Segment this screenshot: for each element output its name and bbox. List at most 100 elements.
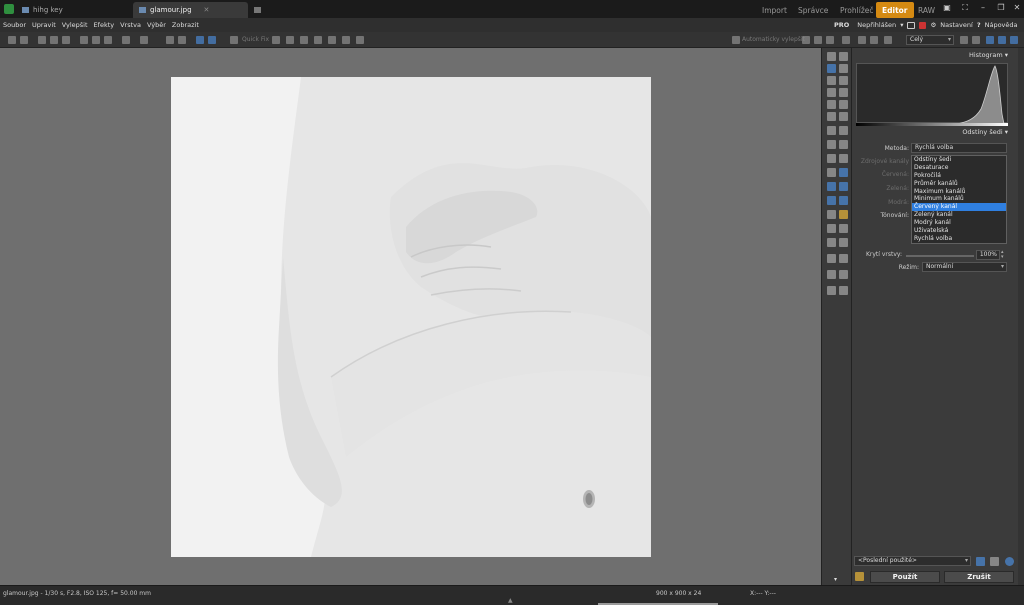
chevron-up-icon[interactable]: ▲ [508, 597, 513, 604]
tool-icon[interactable] [826, 36, 834, 44]
user-icon[interactable] [855, 572, 864, 581]
auto-enhance-label[interactable]: Automaticky vylepšit [742, 36, 805, 43]
method-option[interactable]: Průměr kanálů [912, 180, 1006, 188]
menu-effects[interactable]: Efekty [91, 21, 118, 29]
tool-icon[interactable] [328, 36, 336, 44]
fullscreen-icon[interactable]: ⛶ [958, 3, 972, 15]
method-option[interactable]: Uživatelská [912, 227, 1006, 235]
tool-icon[interactable] [839, 52, 848, 61]
tool-icon[interactable] [839, 100, 848, 109]
reset-icon[interactable] [1005, 557, 1014, 566]
fullscreen-view-icon[interactable] [1010, 36, 1018, 44]
delete-preset-icon[interactable] [990, 557, 999, 566]
tool-icon[interactable] [827, 270, 836, 279]
menu-select[interactable]: Výběr [144, 21, 169, 29]
actual-size-icon[interactable] [998, 36, 1006, 44]
quick-fix-icon[interactable] [230, 36, 238, 44]
tool-icon[interactable] [839, 224, 848, 233]
minimize-icon[interactable]: – [976, 3, 990, 15]
print-icon[interactable] [884, 36, 892, 44]
apply-button[interactable]: Použít [870, 571, 940, 583]
stamp-tool-icon[interactable] [827, 126, 836, 135]
cart-icon[interactable] [907, 21, 916, 29]
opacity-input[interactable]: 100% [976, 250, 1000, 260]
zoom-select[interactable]: Celý ▾ [906, 35, 954, 45]
tool-icon[interactable] [827, 168, 836, 177]
tool-icon[interactable] [842, 36, 850, 44]
tool-icon[interactable] [827, 52, 836, 61]
save-icon[interactable] [50, 36, 58, 44]
tool-icon[interactable] [827, 238, 836, 247]
back-icon[interactable] [8, 36, 16, 44]
method-option[interactable]: Rychlá volba [912, 235, 1006, 243]
brush-tool-icon[interactable] [827, 140, 836, 149]
tool-icon[interactable] [827, 210, 836, 219]
method-option[interactable]: Minimum kanálů [912, 195, 1006, 203]
tool-icon[interactable] [827, 254, 836, 263]
method-option[interactable]: Modrý kanál [912, 219, 1006, 227]
eraser-tool-icon[interactable] [839, 154, 848, 163]
tool-icon[interactable] [839, 182, 848, 191]
fit-icon[interactable] [986, 36, 994, 44]
brush-icon[interactable] [802, 36, 810, 44]
crop-icon[interactable] [166, 36, 174, 44]
chevron-down-icon[interactable]: ▾ [834, 576, 837, 583]
grayscale-header[interactable]: Odstíny šedi ▾ [852, 128, 1012, 139]
method-option[interactable]: Odstíny šedi [912, 156, 1006, 164]
warning-icon[interactable] [858, 36, 866, 44]
preset-select[interactable]: <Poslední použité> ▾ [854, 556, 971, 566]
tool-icon[interactable] [839, 196, 848, 205]
copy-icon[interactable] [80, 36, 88, 44]
tool-icon[interactable] [827, 182, 836, 191]
close-window-icon[interactable]: ✕ [1010, 3, 1024, 15]
method-option[interactable]: Zelený kanál [912, 211, 1006, 219]
new-tab-button[interactable] [252, 2, 264, 18]
method-option[interactable]: Desaturace [912, 164, 1006, 172]
monitor-icon[interactable]: ▣ [940, 3, 954, 15]
save-preset-icon[interactable] [976, 557, 985, 566]
tool-icon[interactable] [827, 88, 836, 97]
right-scroll-edge[interactable] [1018, 48, 1024, 585]
menu-file[interactable]: Soubor [0, 21, 29, 29]
tool-icon[interactable] [827, 196, 836, 205]
tool-icon[interactable] [300, 36, 308, 44]
restore-icon[interactable]: ❐ [994, 3, 1008, 15]
close-icon[interactable]: ✕ [204, 6, 210, 14]
opacity-slider[interactable] [906, 255, 974, 257]
undo-icon[interactable] [122, 36, 130, 44]
tool-icon[interactable] [839, 112, 848, 121]
tool-icon[interactable] [839, 168, 848, 177]
zoom-tool-icon[interactable] [839, 64, 848, 73]
method-option[interactable]: Maximum kanálů [912, 188, 1006, 196]
tool-icon[interactable] [827, 224, 836, 233]
tool-icon[interactable] [839, 254, 848, 263]
mode-editor[interactable]: Editor [876, 2, 914, 18]
tool-icon[interactable] [314, 36, 322, 44]
menu-edit[interactable]: Upravit [29, 21, 59, 29]
mode-viewer[interactable]: Prohlížeč [834, 2, 880, 18]
quick-fix-label[interactable]: Quick Fix [242, 36, 269, 43]
tool-icon[interactable] [839, 210, 848, 219]
tool-icon[interactable] [827, 112, 836, 121]
method-option[interactable]: Pokročilá [912, 172, 1006, 180]
tool-icon[interactable] [839, 270, 848, 279]
tool-icon[interactable] [342, 36, 350, 44]
tool-icon[interactable] [286, 36, 294, 44]
print-icon[interactable] [62, 36, 70, 44]
gear-icon[interactable]: ⚙ [930, 21, 936, 29]
hand-tool-icon[interactable] [827, 76, 836, 85]
tool-icon[interactable] [839, 126, 848, 135]
mode-import[interactable]: Import [756, 2, 793, 18]
method-option-selected[interactable]: Červený kanál [912, 203, 1006, 212]
settings-link[interactable]: Nastavení [940, 21, 973, 29]
stepper-icon[interactable]: ▴ ▾ [1001, 250, 1004, 260]
tab-glamour[interactable]: glamour.jpg ✕ [133, 2, 248, 18]
tool-icon[interactable] [870, 36, 878, 44]
menu-view[interactable]: Zobrazit [169, 21, 202, 29]
notification-icon[interactable] [919, 21, 927, 29]
auto-enhance-icon[interactable] [732, 36, 740, 44]
redo-icon[interactable] [140, 36, 148, 44]
tool-icon[interactable] [839, 238, 848, 247]
tool-icon[interactable] [839, 88, 848, 97]
histogram-header[interactable]: Histogram ▾ [852, 51, 1012, 62]
